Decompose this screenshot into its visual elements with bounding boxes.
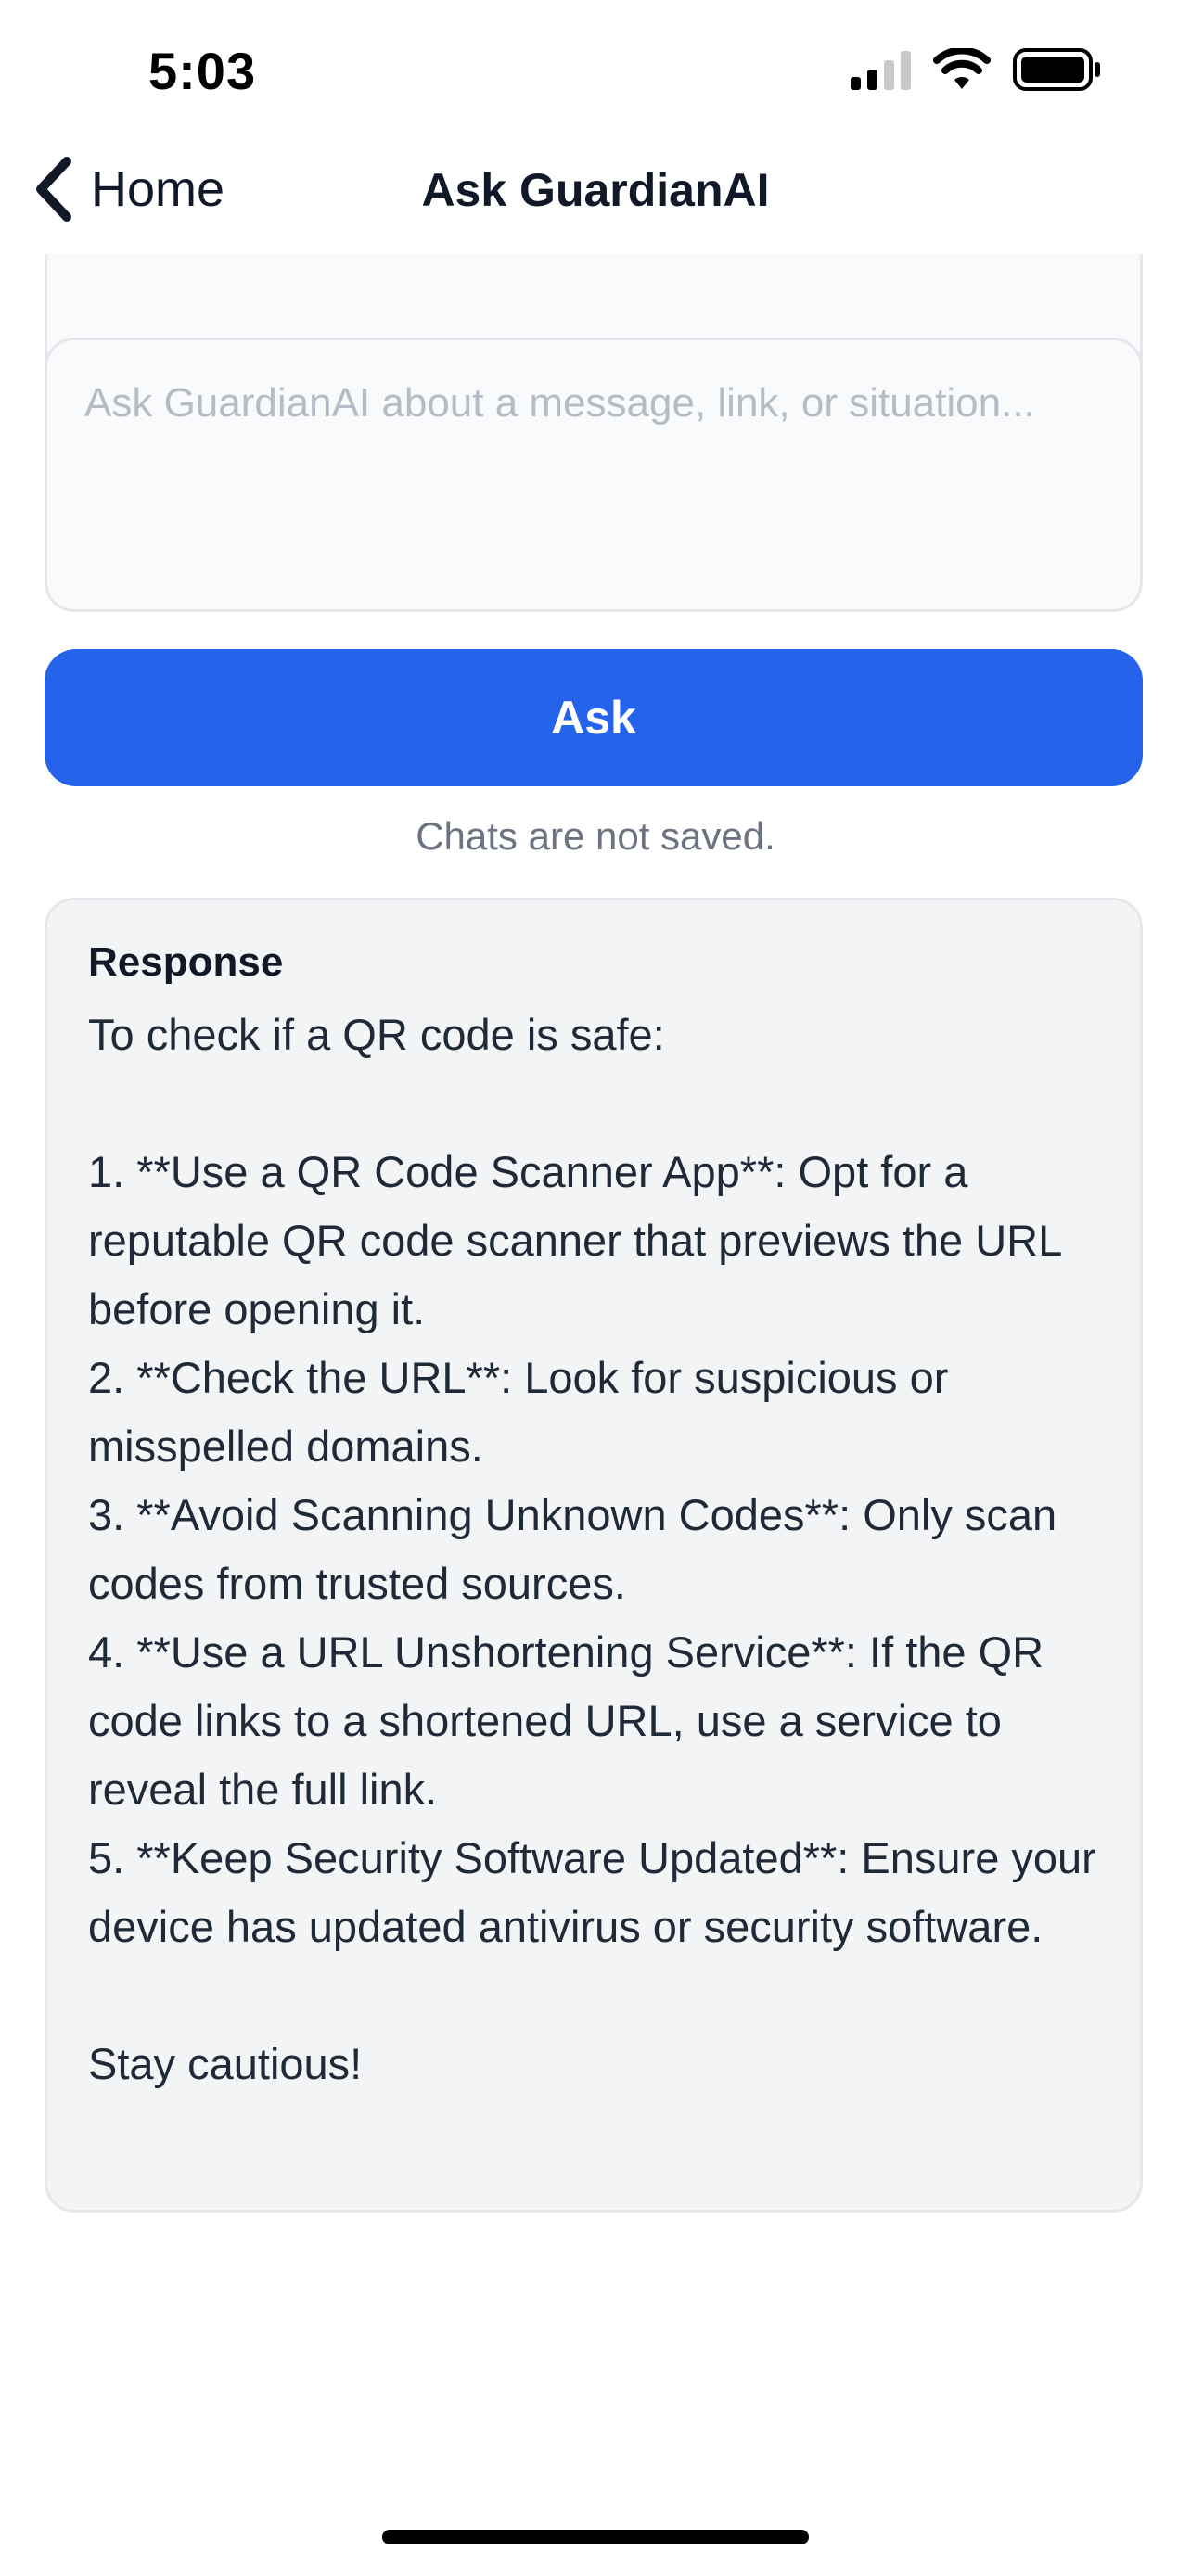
- screen: 5:03 Home Ask GuardianAI Ask GuardianAI …: [0, 0, 1191, 2576]
- wifi-icon: [933, 48, 991, 89]
- status-icons: [851, 48, 1102, 91]
- battery-icon: [1013, 48, 1100, 91]
- chats-not-saved-note: Chats are not saved.: [416, 814, 775, 858]
- scroll-content[interactable]: Ask Chats are not saved. Response To che…: [0, 254, 1191, 2517]
- response-text: To check if a QR code is safe: 1. **Use …: [88, 1010, 1096, 2088]
- cellular-signal-icon: [851, 49, 911, 90]
- status-time: 5:03: [148, 42, 257, 100]
- page-title: Ask GuardianAI: [421, 164, 770, 216]
- home-indicator[interactable]: [382, 2530, 809, 2544]
- question-input[interactable]: [84, 377, 1103, 572]
- response-card: Response To check if a QR code is safe: …: [45, 898, 1143, 2213]
- response-heading: Response: [88, 939, 284, 985]
- ask-button[interactable]: Ask: [45, 649, 1143, 786]
- question-input-box: [45, 338, 1143, 612]
